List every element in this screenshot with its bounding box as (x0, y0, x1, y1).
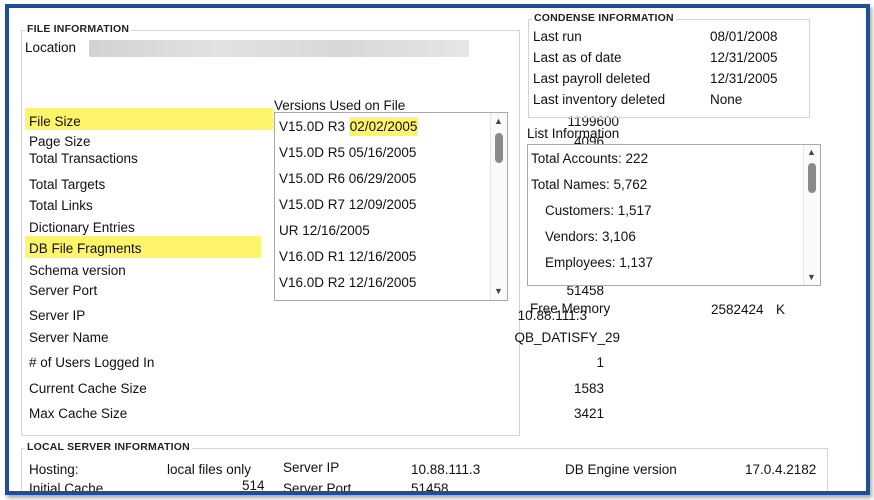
file-info-value: 1 (596, 355, 604, 370)
scroll-down-arrow-icon[interactable]: ▼ (807, 273, 816, 282)
db-engine-value: 17.0.4.2182 (745, 462, 817, 477)
list-info-item[interactable]: Customers: 1,517 (545, 203, 652, 218)
version-list-item[interactable]: V15.0D R7 12/09/2005 (279, 197, 416, 212)
condense-value: 08/01/2008 (710, 29, 778, 44)
initial-cache-label: Initial Cache (29, 481, 104, 495)
version-prefix: V15.0D R3 (279, 119, 349, 134)
versions-listbox[interactable]: V15.0D R3 02/02/2005 V15.0D R5 05/16/2005… (274, 112, 508, 301)
list-info-item[interactable]: Vendors: 3,106 (545, 229, 636, 244)
scroll-down-arrow-icon[interactable]: ▼ (494, 287, 503, 296)
file-info-label: Current Cache Size (29, 381, 147, 396)
file-info-label: File Size (29, 114, 81, 129)
version-date: 02/02/2005 (348, 117, 419, 136)
version-date: 06/29/2005 (348, 171, 417, 186)
versions-title: Versions Used on File (274, 98, 406, 113)
condense-label: Last payroll deleted (533, 71, 651, 86)
condense-value: None (710, 92, 743, 107)
file-info-label: Schema version (29, 263, 126, 278)
version-date: 12/16/2005 (348, 249, 417, 264)
free-memory-value: 2582424 (711, 302, 764, 317)
version-list-item[interactable]: V16.0D R2 12/16/2005 (279, 275, 416, 290)
version-list-item[interactable]: V16.0D R1 12/16/2005 (279, 249, 416, 264)
window-frame: FILE INFORMATION Location File Size 11996… (5, 4, 870, 495)
condense-label: Last as of date (533, 50, 622, 65)
file-info-label: Max Cache Size (29, 406, 128, 421)
list-information-title: List Information (527, 126, 620, 141)
file-info-value: 1583 (573, 381, 604, 396)
free-memory-unit: K (776, 302, 786, 317)
list-information-listbox[interactable]: Total Accounts: 222 Total Names: 5,762 Cus… (527, 144, 821, 286)
list-scrollbar[interactable]: ▲ ▼ (803, 145, 820, 285)
condense-value: 12/31/2005 (710, 50, 778, 65)
scroll-up-arrow-icon[interactable]: ▲ (807, 148, 816, 157)
file-info-label: Dictionary Entries (29, 220, 135, 235)
file-info-label: Total Targets (29, 177, 106, 192)
file-info-label: Server Name (29, 330, 109, 345)
location-label: Location (25, 40, 77, 55)
version-prefix: V15.0D R7 (279, 197, 349, 212)
list-info-item[interactable]: Total Accounts: 222 (531, 151, 648, 166)
version-date: 12/16/2005 (302, 223, 370, 238)
version-prefix: V15.0D R5 (279, 145, 349, 160)
version-prefix: UR (279, 223, 303, 238)
scroll-thumb[interactable] (808, 163, 816, 193)
version-prefix: V16.0D R2 (279, 275, 349, 290)
local-server-ip-value: 10.88.111.3 (411, 462, 481, 477)
local-server-information-title: LOCAL SERVER INFORMATION (25, 441, 192, 453)
local-server-port-value: 51458 (411, 481, 449, 495)
file-info-label: Server Port (29, 283, 98, 298)
file-info-label: Total Links (29, 198, 93, 213)
local-server-ip-label: Server IP (283, 460, 340, 475)
initial-cache-value: 514 (242, 478, 265, 493)
db-engine-label: DB Engine version (565, 462, 677, 477)
hosting-label: Hosting: (29, 462, 79, 477)
versions-scrollbar[interactable]: ▲ ▼ (490, 113, 507, 300)
version-prefix: V15.0D R6 (279, 171, 349, 186)
condense-label: Last run (533, 29, 582, 44)
hosting-value: local files only (167, 462, 252, 477)
file-info-label: Total Transactions (29, 151, 138, 166)
version-list-item[interactable]: V15.0D R6 06/29/2005 (279, 171, 416, 186)
file-info-label: DB File Fragments (29, 241, 142, 256)
version-list-item[interactable]: V15.0D R3 02/02/2005 (279, 117, 419, 136)
file-info-value: QB_DATISFY_29 (514, 330, 620, 345)
version-date: 12/09/2005 (348, 197, 417, 212)
scroll-thumb[interactable] (495, 133, 503, 163)
version-date: 12/16/2005 (348, 275, 417, 290)
version-list-item[interactable]: V15.0D R5 05/16/2005 (279, 145, 416, 160)
condense-label: Last inventory deleted (533, 92, 666, 107)
condense-value: 12/31/2005 (710, 71, 778, 86)
scroll-up-arrow-icon[interactable]: ▲ (494, 117, 503, 126)
condense-information-title: CONDENSE INFORMATION (532, 12, 676, 24)
version-list-item[interactable]: UR 12/16/2005 (279, 223, 370, 238)
file-info-label: Server IP (29, 308, 86, 323)
version-prefix: V16.0D R1 (279, 249, 349, 264)
free-memory-label: Free Memory (530, 301, 611, 316)
file-info-label: Page Size (29, 134, 91, 149)
file-information-title: FILE INFORMATION (25, 23, 132, 35)
local-server-port-label: Server Port (283, 481, 352, 495)
file-info-label: # of Users Logged In (29, 355, 155, 370)
list-info-item[interactable]: Employees: 1,137 (545, 255, 653, 270)
list-info-item[interactable]: Total Names: 5,762 (531, 177, 647, 192)
version-date: 05/16/2005 (348, 145, 417, 160)
file-info-value: 3421 (573, 406, 604, 421)
location-value-redacted (89, 40, 469, 57)
